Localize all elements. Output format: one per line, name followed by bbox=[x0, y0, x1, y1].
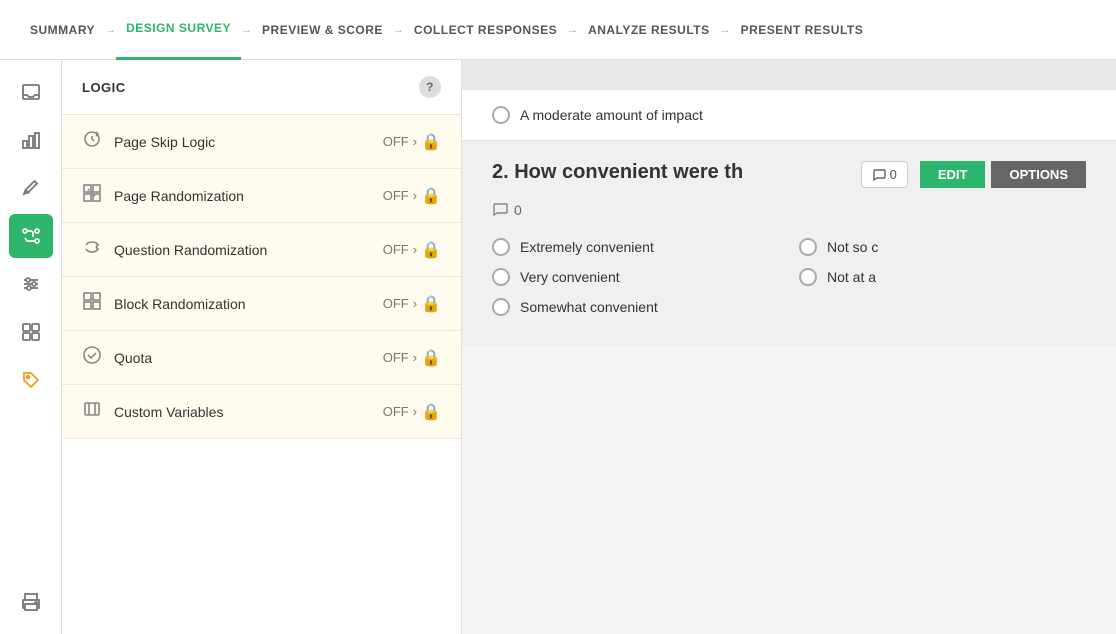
page-rand-label: Page Randomization bbox=[114, 188, 371, 204]
edit-button[interactable]: EDIT bbox=[920, 161, 986, 188]
nav-present[interactable]: PRESENT RESULTS bbox=[731, 0, 874, 60]
question-rand-status[interactable]: OFF › 🔒 bbox=[383, 240, 441, 260]
question-2-header: 2. How convenient were th 0 EDIT OPTIONS bbox=[492, 161, 1086, 188]
option-radio-5[interactable] bbox=[492, 298, 510, 316]
logic-item-custom-vars[interactable]: Custom Variables OFF › 🔒 bbox=[62, 384, 461, 439]
sidebar-icon-logic[interactable] bbox=[9, 214, 53, 258]
sidebar-icon-print[interactable] bbox=[9, 580, 53, 624]
logic-item-page-skip[interactable]: Page Skip Logic OFF › 🔒 bbox=[62, 114, 461, 168]
option-radio-4[interactable] bbox=[799, 268, 817, 286]
page-skip-icon bbox=[82, 129, 102, 154]
moderate-option-text: A moderate amount of impact bbox=[520, 107, 703, 123]
question-2-block: 2. How convenient were th 0 EDIT OPTIONS bbox=[462, 141, 1116, 346]
nav-preview[interactable]: PREVIEW & SCORE bbox=[252, 0, 393, 60]
meta-comment-icon bbox=[492, 202, 508, 218]
sidebar-icon-tag[interactable] bbox=[9, 358, 53, 402]
logic-item-page-rand[interactable]: Page Randomization OFF › 🔒 bbox=[62, 168, 461, 222]
option-radio-3[interactable] bbox=[492, 268, 510, 286]
option-row-3: Very convenient bbox=[492, 268, 779, 286]
nav-arrow-4: → bbox=[567, 24, 578, 36]
option-text-5: Somewhat convenient bbox=[520, 299, 658, 315]
moderate-option-row: A moderate amount of impact bbox=[492, 106, 1086, 124]
logic-item-block-rand[interactable]: Block Randomization OFF › 🔒 bbox=[62, 276, 461, 330]
option-text-1: Extremely convenient bbox=[520, 239, 654, 255]
main-layout: LOGIC ? Page Skip Logic OFF › 🔒 bbox=[0, 60, 1116, 634]
option-row-4: Not at a bbox=[799, 268, 1086, 286]
option-text-2: Not so c bbox=[827, 239, 878, 255]
page-skip-status[interactable]: OFF › 🔒 bbox=[383, 132, 441, 152]
sidebar-icon-chart[interactable] bbox=[9, 118, 53, 162]
answer-options-grid: Extremely convenient Not so c Very conve… bbox=[492, 238, 1086, 316]
sidebar-icon-inbox[interactable] bbox=[9, 70, 53, 114]
question-rand-icon bbox=[82, 237, 102, 262]
question-rand-lock-icon: 🔒 bbox=[421, 240, 441, 260]
custom-vars-lock-icon: 🔒 bbox=[421, 402, 441, 422]
block-rand-status[interactable]: OFF › 🔒 bbox=[383, 294, 441, 314]
page-skip-label: Page Skip Logic bbox=[114, 134, 371, 150]
sidebar-icon-grid[interactable] bbox=[9, 310, 53, 354]
sidebar-icon-adjust[interactable] bbox=[9, 262, 53, 306]
logic-title: LOGIC bbox=[82, 80, 126, 95]
logic-header: LOGIC ? bbox=[62, 60, 461, 114]
custom-vars-icon bbox=[82, 399, 102, 424]
logic-item-quota[interactable]: Quota OFF › 🔒 bbox=[62, 330, 461, 384]
sidebar-icon-pencil[interactable] bbox=[9, 166, 53, 210]
option-row-2: Not so c bbox=[799, 238, 1086, 256]
page-rand-status[interactable]: OFF › 🔒 bbox=[383, 186, 441, 206]
nav-collect[interactable]: COLLECT RESPONSES bbox=[404, 0, 567, 60]
survey-top-bar bbox=[462, 60, 1116, 90]
option-radio-1[interactable] bbox=[492, 238, 510, 256]
top-navigation: SUMMARY → DESIGN SURVEY → PREVIEW & SCOR… bbox=[0, 0, 1116, 60]
quota-icon bbox=[82, 345, 102, 370]
logic-panel: LOGIC ? Page Skip Logic OFF › 🔒 bbox=[62, 60, 462, 634]
custom-vars-label: Custom Variables bbox=[114, 404, 371, 420]
comment-count-bubble[interactable]: 0 bbox=[861, 161, 908, 188]
block-rand-lock-icon: 🔒 bbox=[421, 294, 441, 314]
quota-status[interactable]: OFF › 🔒 bbox=[383, 348, 441, 368]
nav-arrow-2: → bbox=[241, 24, 252, 36]
block-rand-label: Block Randomization bbox=[114, 296, 371, 312]
page-skip-lock-icon: 🔒 bbox=[421, 132, 441, 152]
quota-lock-icon: 🔒 bbox=[421, 348, 441, 368]
custom-vars-status[interactable]: OFF › 🔒 bbox=[383, 402, 441, 422]
question-2-title: 2. How convenient were th bbox=[492, 161, 851, 184]
option-radio-2[interactable] bbox=[799, 238, 817, 256]
question-meta: 0 bbox=[492, 202, 1086, 218]
option-row-1: Extremely convenient bbox=[492, 238, 779, 256]
page-rand-lock-icon: 🔒 bbox=[421, 186, 441, 206]
option-text-3: Very convenient bbox=[520, 269, 620, 285]
moderate-section: A moderate amount of impact bbox=[462, 90, 1116, 141]
nav-design-survey[interactable]: DESIGN SURVEY bbox=[116, 0, 241, 60]
comment-count: 0 bbox=[890, 167, 897, 182]
nav-arrow-1: → bbox=[105, 24, 116, 36]
icon-sidebar bbox=[0, 60, 62, 634]
nav-arrow-3: → bbox=[393, 24, 404, 36]
options-button[interactable]: OPTIONS bbox=[991, 161, 1086, 188]
survey-content: A moderate amount of impact 2. How conve… bbox=[462, 60, 1116, 634]
block-rand-icon bbox=[82, 291, 102, 316]
moderate-radio[interactable] bbox=[492, 106, 510, 124]
option-text-4: Not at a bbox=[827, 269, 876, 285]
logic-help-button[interactable]: ? bbox=[419, 76, 441, 98]
nav-analyze[interactable]: ANALYZE RESULTS bbox=[578, 0, 720, 60]
comment-bubble-icon bbox=[872, 168, 886, 182]
option-row-5: Somewhat convenient bbox=[492, 298, 779, 316]
page-rand-icon bbox=[82, 183, 102, 208]
logic-item-question-rand[interactable]: Question Randomization OFF › 🔒 bbox=[62, 222, 461, 276]
question-rand-label: Question Randomization bbox=[114, 242, 371, 258]
meta-comment-count: 0 bbox=[514, 202, 522, 218]
nav-arrow-5: → bbox=[720, 24, 731, 36]
nav-summary[interactable]: SUMMARY bbox=[20, 0, 105, 60]
quota-label: Quota bbox=[114, 350, 371, 366]
